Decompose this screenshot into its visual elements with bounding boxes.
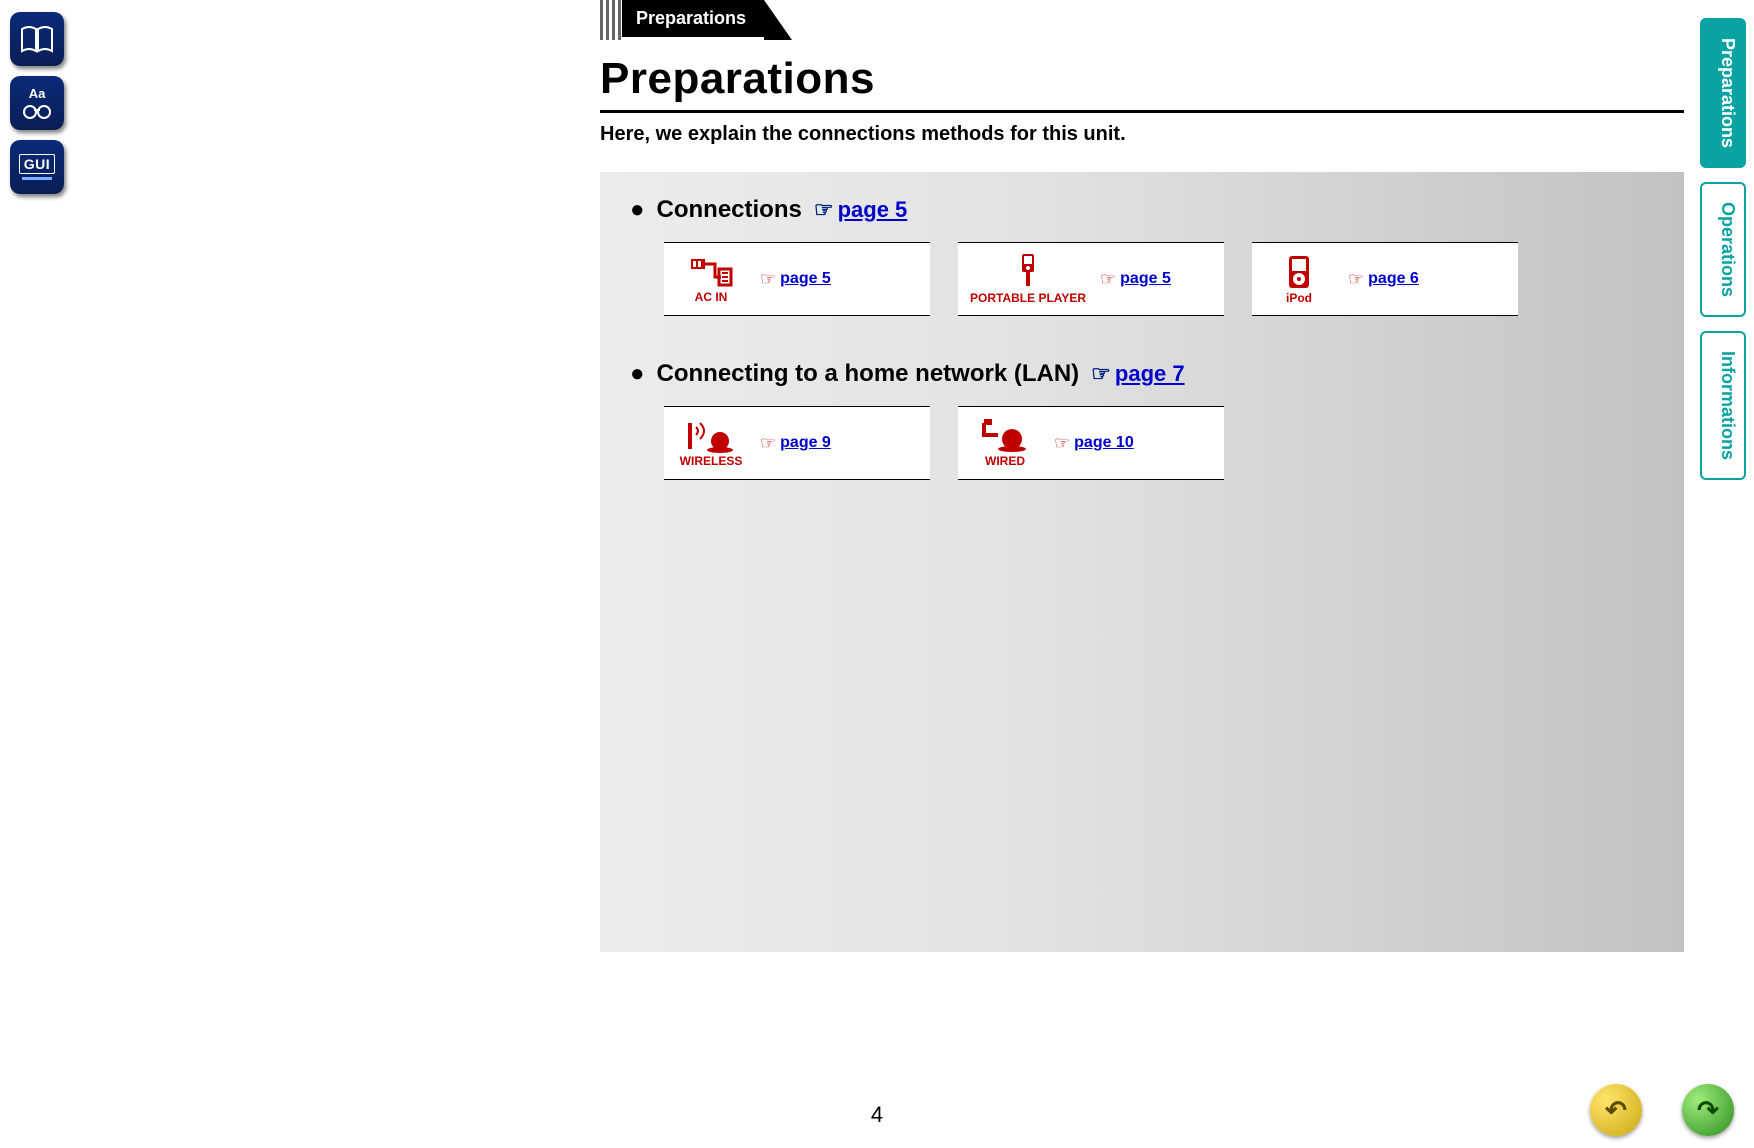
intro-text: Here, we explain the connections methods… (600, 123, 1684, 146)
aa-label: Aa (29, 87, 46, 100)
portable-player-link[interactable]: page 5 (1120, 270, 1171, 288)
tab-informations[interactable]: Informations (1700, 331, 1746, 480)
card-wireless[interactable]: WIRELESS ☞page 9 (664, 406, 930, 480)
wired-caption: WIRED (985, 455, 1025, 467)
lan-page-link[interactable]: page 7 (1115, 361, 1185, 386)
title-rule (600, 110, 1684, 113)
ac-in-caption: AC IN (695, 291, 728, 303)
page-number: 4 (871, 1102, 883, 1128)
lan-see-link: ☞page 7 (1091, 361, 1184, 387)
tab-preparations[interactable]: Preparations (1700, 18, 1746, 168)
card-ac-in[interactable]: AC IN ☞page 5 (664, 242, 930, 316)
breadcrumb: Preparations (600, 0, 1684, 40)
left-icon-rail: Aa GUI (10, 12, 64, 194)
toc-button[interactable] (10, 12, 64, 66)
hand-icon: ☞ (1054, 433, 1070, 454)
content-panel: ● Connections ☞page 5 (600, 172, 1684, 952)
wireless-link[interactable]: page 9 (780, 434, 831, 452)
tab-operations[interactable]: Operations (1700, 182, 1746, 317)
gui-underline-icon (22, 177, 52, 180)
hand-icon: ☞ (1091, 361, 1111, 386)
portable-player-caption: PORTABLE PLAYER (970, 292, 1086, 304)
ipod-icon: iPod (1264, 254, 1334, 304)
breadcrumb-bars-icon (600, 0, 622, 40)
book-icon (20, 25, 54, 53)
connections-card-row: AC IN ☞page 5 PORTABLE PLAYER ☞page 5 (664, 242, 1654, 316)
binoculars-icon (20, 102, 54, 120)
ipod-caption: iPod (1286, 292, 1312, 304)
breadcrumb-label: Preparations (622, 0, 764, 37)
undo-arrow-icon: ↶ (1605, 1095, 1627, 1126)
hand-icon: ☞ (814, 197, 834, 222)
prev-page-button[interactable]: ↶ (1590, 1084, 1642, 1136)
ipod-link[interactable]: page 6 (1368, 270, 1419, 288)
gui-button[interactable]: GUI (10, 140, 64, 194)
section-heading-lan: ● Connecting to a home network (LAN) ☞pa… (630, 360, 1654, 388)
wired-icon: WIRED (970, 419, 1040, 467)
ac-in-icon: AC IN (676, 255, 746, 303)
main-content: Preparations Preparations Here, we expla… (600, 0, 1684, 1088)
lan-heading-text: Connecting to a home network (LAN) (657, 360, 1080, 388)
lan-card-row: WIRELESS ☞page 9 WIRED ☞page 10 (664, 406, 1654, 480)
card-portable-player[interactable]: PORTABLE PLAYER ☞page 5 (958, 242, 1224, 316)
bullet-icon: ● (630, 196, 645, 224)
page-nav-buttons: ↶ ↷ (1590, 1084, 1734, 1136)
ac-in-link[interactable]: page 5 (780, 270, 831, 288)
hand-icon: ☞ (1100, 269, 1116, 290)
card-wired[interactable]: WIRED ☞page 10 (958, 406, 1224, 480)
portable-player-icon: PORTABLE PLAYER (970, 254, 1086, 304)
connections-heading-text: Connections (657, 196, 802, 224)
redo-arrow-icon: ↷ (1697, 1095, 1719, 1126)
page-title: Preparations (600, 54, 1684, 104)
hand-icon: ☞ (1348, 269, 1364, 290)
section-heading-connections: ● Connections ☞page 5 (630, 196, 1654, 224)
wireless-icon: WIRELESS (676, 419, 746, 467)
bullet-icon: ● (630, 360, 645, 388)
glossary-button[interactable]: Aa (10, 76, 64, 130)
hand-icon: ☞ (760, 433, 776, 454)
hand-icon: ☞ (760, 269, 776, 290)
card-ipod[interactable]: iPod ☞page 6 (1252, 242, 1518, 316)
connections-page-link[interactable]: page 5 (838, 197, 908, 222)
gui-label: GUI (19, 154, 55, 174)
wired-link[interactable]: page 10 (1074, 434, 1134, 452)
right-section-tabs: Preparations Operations Informations (1700, 18, 1746, 480)
next-page-button[interactable]: ↷ (1682, 1084, 1734, 1136)
wireless-caption: WIRELESS (680, 455, 743, 467)
connections-see-link: ☞page 5 (814, 197, 907, 223)
